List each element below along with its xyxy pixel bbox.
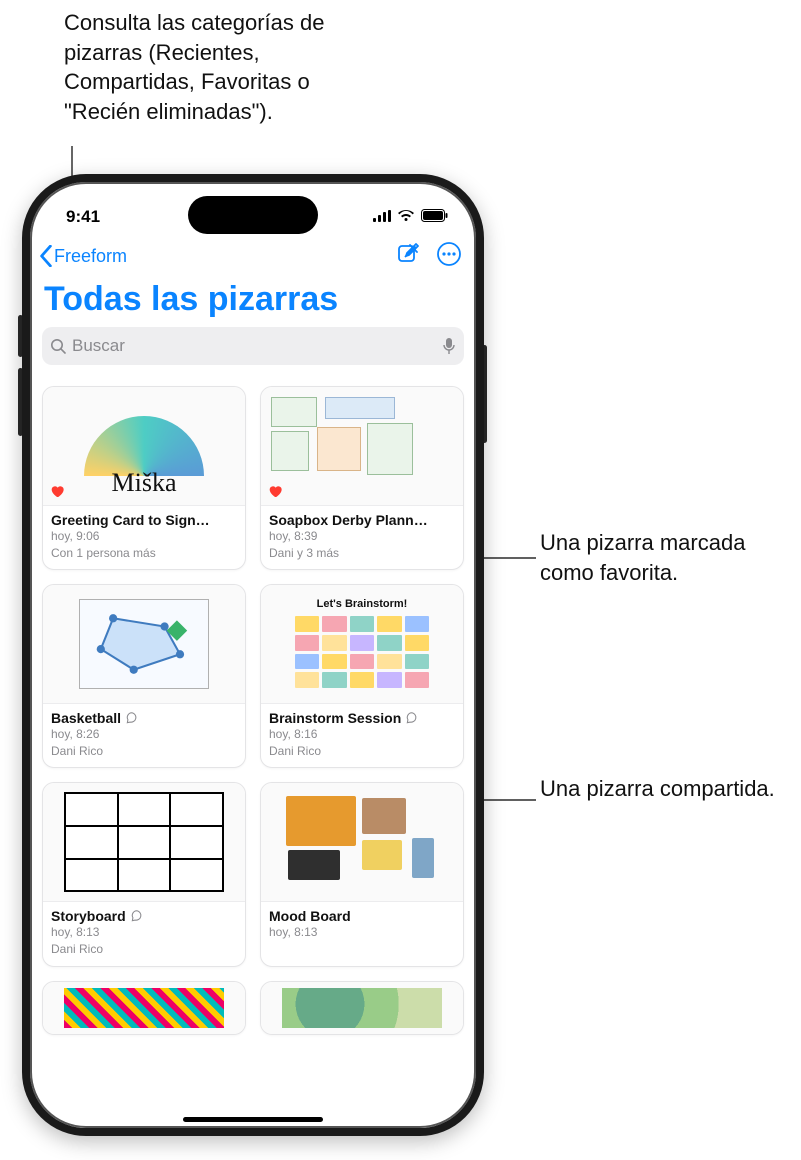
search-icon bbox=[50, 338, 66, 354]
board-card[interactable]: Soapbox Derby Plann… hoy, 8:39 Dani y 3 … bbox=[260, 386, 464, 570]
favorite-heart-icon bbox=[267, 483, 283, 499]
cellular-icon bbox=[373, 207, 391, 227]
board-title: Basketball bbox=[51, 710, 121, 726]
chevron-left-icon bbox=[38, 245, 54, 267]
board-thumbnail bbox=[43, 982, 245, 1034]
status-time: 9:41 bbox=[66, 207, 100, 227]
board-thumbnail: Miška bbox=[43, 387, 245, 505]
board-thumbnail: Let's Brainstorm! bbox=[261, 585, 463, 703]
board-title: Mood Board bbox=[269, 908, 351, 924]
board-thumbnail bbox=[261, 982, 463, 1034]
board-card[interactable]: Storyboard hoy, 8:13 Dani Rico bbox=[42, 782, 246, 966]
board-thumbnail bbox=[261, 783, 463, 901]
battery-icon bbox=[421, 207, 448, 227]
board-thumbnail bbox=[43, 585, 245, 703]
search-bar[interactable] bbox=[42, 327, 464, 365]
board-time: hoy, 8:13 bbox=[51, 925, 237, 941]
board-title: Storyboard bbox=[51, 908, 126, 924]
board-title: Greeting Card to Sign… bbox=[51, 512, 210, 528]
iphone-frame: 9:41 bbox=[22, 174, 484, 1136]
dynamic-island bbox=[188, 196, 318, 234]
board-thumbnail bbox=[43, 783, 245, 901]
board-time: hoy, 8:26 bbox=[51, 727, 237, 743]
board-people: Dani y 3 más bbox=[269, 546, 455, 562]
wifi-icon bbox=[397, 207, 415, 227]
board-people: Con 1 persona más bbox=[51, 546, 237, 562]
board-grid: Miška Greeting Card to Sign… hoy, 9:06 C… bbox=[42, 386, 464, 1035]
thumbnail-title: Let's Brainstorm! bbox=[287, 598, 437, 610]
compose-icon bbox=[396, 242, 420, 266]
board-card[interactable] bbox=[42, 981, 246, 1035]
board-card[interactable]: Miška Greeting Card to Sign… hoy, 9:06 C… bbox=[42, 386, 246, 570]
board-card[interactable] bbox=[260, 981, 464, 1035]
ellipsis-circle-icon bbox=[436, 241, 462, 267]
board-people: Dani Rico bbox=[269, 744, 455, 760]
callout-categories: Consulta las categorías de pizarras (Rec… bbox=[64, 8, 354, 127]
board-time: hoy, 8:13 bbox=[269, 925, 455, 941]
board-time: hoy, 8:16 bbox=[269, 727, 455, 743]
favorite-heart-icon bbox=[49, 483, 65, 499]
back-label: Freeform bbox=[54, 246, 127, 267]
board-grid-scroll[interactable]: Miška Greeting Card to Sign… hoy, 9:06 C… bbox=[30, 378, 476, 1128]
board-card[interactable]: Let's Brainstorm! Brainstorm Session bbox=[260, 584, 464, 768]
board-title: Brainstorm Session bbox=[269, 710, 401, 726]
home-indicator[interactable] bbox=[183, 1117, 323, 1122]
board-card[interactable]: Mood Board hoy, 8:13 bbox=[260, 782, 464, 966]
board-card[interactable]: Basketball hoy, 8:26 Dani Rico bbox=[42, 584, 246, 768]
board-people: Dani Rico bbox=[51, 942, 237, 958]
board-title: Soapbox Derby Plann… bbox=[269, 512, 428, 528]
board-time: hoy, 9:06 bbox=[51, 529, 237, 545]
board-thumbnail bbox=[261, 387, 463, 505]
callout-favorite: Una pizarra marcada como favorita. bbox=[540, 528, 801, 587]
board-time: hoy, 8:39 bbox=[269, 529, 455, 545]
new-board-button[interactable] bbox=[396, 242, 420, 271]
callout-shared: Una pizarra compartida. bbox=[540, 774, 775, 804]
nav-bar: Freeform bbox=[30, 234, 476, 276]
search-input[interactable] bbox=[72, 336, 436, 356]
shared-icon bbox=[125, 711, 139, 725]
page-title: Todas las pizarras bbox=[30, 276, 476, 327]
dictation-icon[interactable] bbox=[442, 337, 456, 355]
back-button[interactable]: Freeform bbox=[38, 245, 127, 267]
more-button[interactable] bbox=[436, 241, 462, 272]
shared-icon bbox=[405, 711, 419, 725]
board-people: Dani Rico bbox=[51, 744, 237, 760]
shared-icon bbox=[130, 909, 144, 923]
